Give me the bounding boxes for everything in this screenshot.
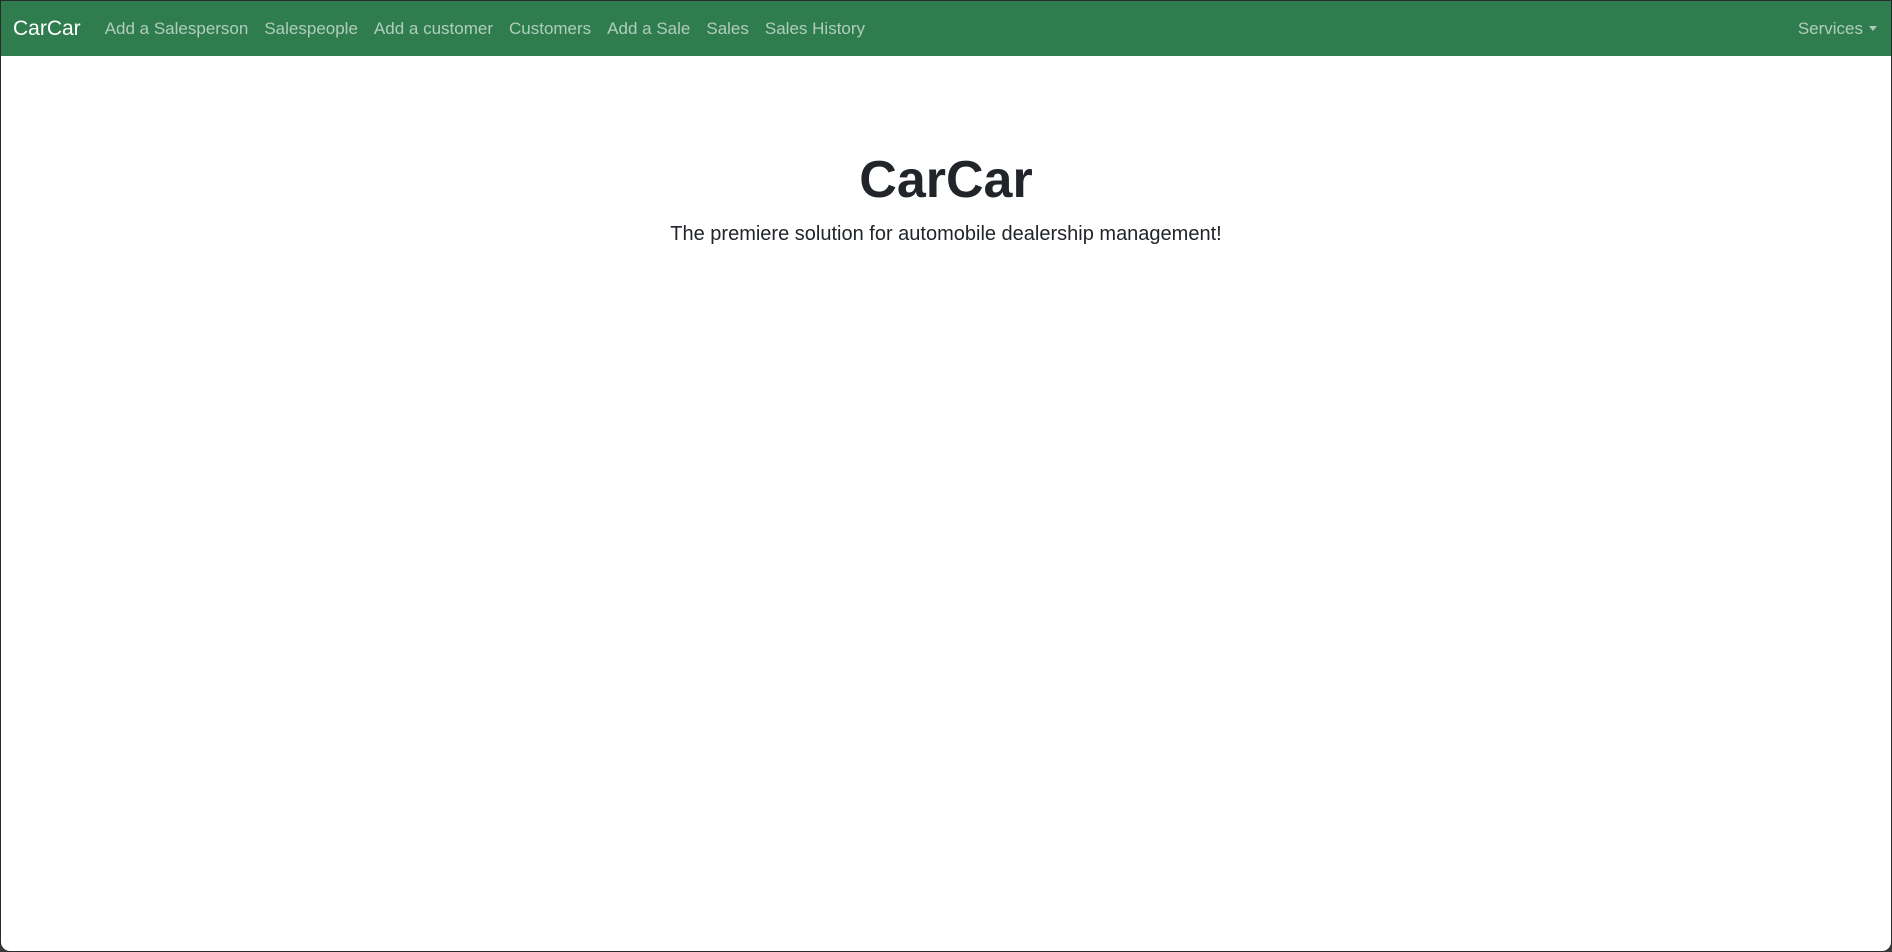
nav-link-salespeople[interactable]: Salespeople (256, 19, 366, 39)
nav-links: Add a Salesperson Salespeople Add a cust… (105, 19, 1798, 39)
nav-link-add-salesperson[interactable]: Add a Salesperson (105, 19, 257, 39)
page-lead: The premiere solution for automobile dea… (670, 223, 1222, 246)
brand-link[interactable]: CarCar (13, 17, 81, 41)
browser-window: CarCar Add a Salesperson Salespeople Add… (0, 0, 1892, 952)
nav-link-add-customer[interactable]: Add a customer (366, 19, 501, 39)
top-navbar: CarCar Add a Salesperson Salespeople Add… (1, 1, 1891, 56)
services-dropdown[interactable]: Services (1798, 19, 1879, 39)
nav-link-add-sale[interactable]: Add a Sale (599, 19, 698, 39)
nav-link-sales-history[interactable]: Sales History (757, 19, 873, 39)
hero-section: CarCar The premiere solution for automob… (1, 56, 1891, 246)
page-title: CarCar (859, 151, 1033, 209)
services-dropdown-label: Services (1797, 18, 1863, 38)
caret-down-icon (1869, 26, 1877, 31)
nav-link-sales[interactable]: Sales (698, 19, 757, 39)
nav-link-customers[interactable]: Customers (501, 19, 599, 39)
